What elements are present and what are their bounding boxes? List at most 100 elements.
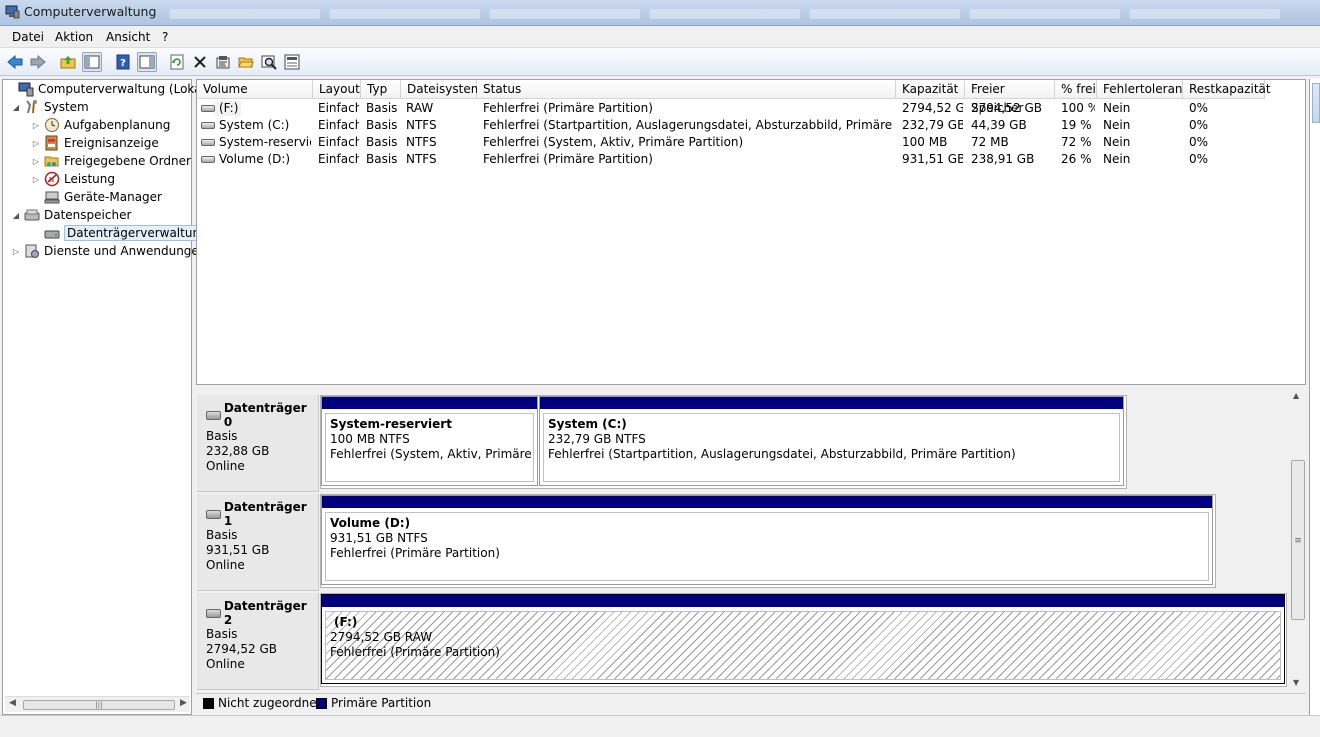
forward-arrow-icon[interactable] [28,52,48,72]
menu-ansicht[interactable]: Ansicht [106,30,150,44]
menu-datei[interactable]: Datei [12,30,44,44]
partition-status: Fehlerfrei (Primäre Partition) [330,645,500,659]
toolbar: ? [0,48,1320,76]
show-hide-action-pane-icon[interactable] [137,52,157,72]
scroll-left-arrow-icon[interactable]: ◀ [9,698,16,708]
column-header[interactable]: % frei [1055,80,1097,99]
partition-size: 232,79 GB NTFS [548,432,646,446]
cell-overhead: 0% [1189,118,1209,132]
column-header[interactable]: Kapazität [896,80,965,99]
table-row[interactable]: System-reserviert Einfach Basis NTFS Fehlerf… [197,134,1265,151]
delete-icon[interactable] [190,52,210,72]
properties-icon[interactable] [213,52,233,72]
partition-f[interactable]: (F:) 2794,52 GB RAW Fehlerfrei (Primäre … [321,594,1285,684]
partition-status: Fehlerfrei (Startpartition, Auslagerungs… [548,447,1016,461]
menu-help[interactable]: ? [162,30,168,44]
cell-capacity: 2794,52 GB [902,101,963,115]
cell-status: Fehlerfrei (System, Aktiv, Primäre Parti… [483,135,744,149]
scrollbar-thumb[interactable]: ≡ [1291,460,1305,620]
disk-label[interactable]: Datenträger 1 Basis 931,51 GB Online [197,494,319,591]
column-header[interactable]: Freier Speicher [965,80,1055,115]
tree-item-leistung[interactable]: ▷ N Leistung [31,170,115,188]
cell-volume-name: System (C:) [219,118,290,132]
column-header[interactable]: Restkapazität [1183,80,1271,99]
tree-item-aufgabenplanung[interactable]: ▷ Aufgabenplanung [31,116,170,134]
tree-label: Aufgabenplanung [64,118,171,132]
partition-size: 2794,52 GB RAW [330,630,433,644]
expand-triangle-icon[interactable]: ▷ [31,139,41,148]
tree-item-ereignisanzeige[interactable]: ▷ Ereignisanzeige [31,134,159,152]
column-header[interactable]: Status [477,80,896,99]
partition-system-c[interactable]: System (C:) 232,79 GB NTFS Fehlerfrei (S… [539,396,1124,486]
settings-icon[interactable] [282,52,302,72]
help-icon[interactable]: ? [113,52,133,72]
scrollbar-thumb[interactable]: ||| [23,700,175,710]
primary-partition-bar [322,397,537,409]
partition-volume-d[interactable]: Volume (D:) 931,51 GB NTFS Fehlerfrei (P… [321,495,1213,585]
disk-state: Online [206,558,245,572]
tree-label: Datenträgerverwaltung [64,225,211,241]
shared-folder-icon [44,153,60,169]
column-header[interactable]: Layout [313,80,361,99]
menu-aktion[interactable]: Aktion [55,30,93,44]
table-row[interactable]: (F:) Einfach Basis RAW Fehlerfrei (Primäre P… [197,100,1265,117]
cell-type: Basis [366,152,398,166]
status-bar [0,715,1320,737]
tree-item-datenspeicher[interactable]: ◢ Datenspeicher [11,206,131,224]
table-row[interactable]: System (C:) Einfach Basis NTFS Fehlerfrei (S… [197,117,1265,134]
background-tab [1130,9,1280,19]
table-row[interactable]: Volume (D:) Einfach Basis NTFS Fehlerfrei (P… [197,151,1265,168]
expand-triangle-icon[interactable]: ▷ [31,121,41,130]
expand-triangle-icon[interactable]: ▷ [31,157,41,166]
services-icon [24,243,40,259]
performance-icon: N [44,171,60,187]
tree-horizontal-scrollbar[interactable]: ◀ ||| ▶ [5,696,190,712]
collapse-triangle-icon[interactable]: ◢ [11,103,21,112]
cell-capacity: 100 MB [902,135,948,149]
cell-type: Basis [366,135,398,149]
scroll-right-arrow-icon[interactable]: ▶ [180,698,187,708]
tree-item-datentraegerverwaltung[interactable]: Datenträgerverwaltung [31,224,211,242]
cell-filesystem: NTFS [406,135,437,149]
action-pane-tab[interactable] [1312,83,1320,123]
disk-label[interactable]: Datenträger 2 Basis 2794,52 GB Online [197,593,319,690]
open-folder-icon[interactable] [236,52,256,72]
search-icon[interactable] [259,52,279,72]
cell-capacity: 931,51 GB [902,152,963,166]
expand-triangle-icon[interactable]: ▷ [31,175,41,184]
tree-item-root[interactable]: Computerverwaltung (Lokal) [5,80,210,98]
tree-item-system[interactable]: ◢ System [11,98,89,116]
tree-label: System [44,100,89,114]
action-pane [1309,79,1320,715]
tree-item-geraete-manager[interactable]: Geräte-Manager [31,188,162,206]
collapse-triangle-icon[interactable]: ◢ [11,211,21,220]
background-tab [170,9,320,19]
tree-item-freigegebene-ordner[interactable]: ▷ Freigegebene Ordner [31,152,191,170]
cell-free-space: 72 MB [971,135,1009,149]
expand-triangle-icon[interactable]: ▷ [11,247,21,256]
disk-state: Online [206,459,245,473]
cell-fault-tolerance: Nein [1103,152,1131,166]
cell-type: Basis [366,118,398,132]
column-header[interactable]: Volume [197,80,313,99]
tree-item-dienste[interactable]: ▷ Dienste und Anwendungen [11,242,206,260]
disk-area-vertical-scrollbar[interactable]: ▲ ≡ ▼ [1290,387,1306,691]
svg-text:N: N [49,176,54,184]
disk-type: Basis [206,429,238,443]
partition-system-reserved[interactable]: System-reserviert 100 MB NTFS Fehlerfrei… [321,396,538,486]
column-header[interactable]: Fehlertoleranz [1097,80,1189,99]
scroll-down-arrow-icon[interactable]: ▼ [1293,678,1299,687]
cell-fault-tolerance: Nein [1103,101,1131,115]
column-header[interactable]: Dateisystem [401,80,482,99]
volume-drive-icon [201,156,215,163]
column-header[interactable]: Typ [361,80,401,99]
refresh-icon[interactable] [167,52,187,72]
show-hide-tree-icon[interactable] [82,52,102,72]
cell-status: Fehlerfrei (Startpartition, Auslagerungs… [483,118,894,132]
cell-free-space: 2794,52 GB [971,101,1042,115]
disk-label[interactable]: Datenträger 0 Basis 232,88 GB Online [197,395,319,492]
event-viewer-icon [44,135,60,151]
back-arrow-icon[interactable] [5,52,25,72]
scroll-up-arrow-icon[interactable]: ▲ [1293,391,1299,400]
up-folder-icon[interactable] [58,52,78,72]
